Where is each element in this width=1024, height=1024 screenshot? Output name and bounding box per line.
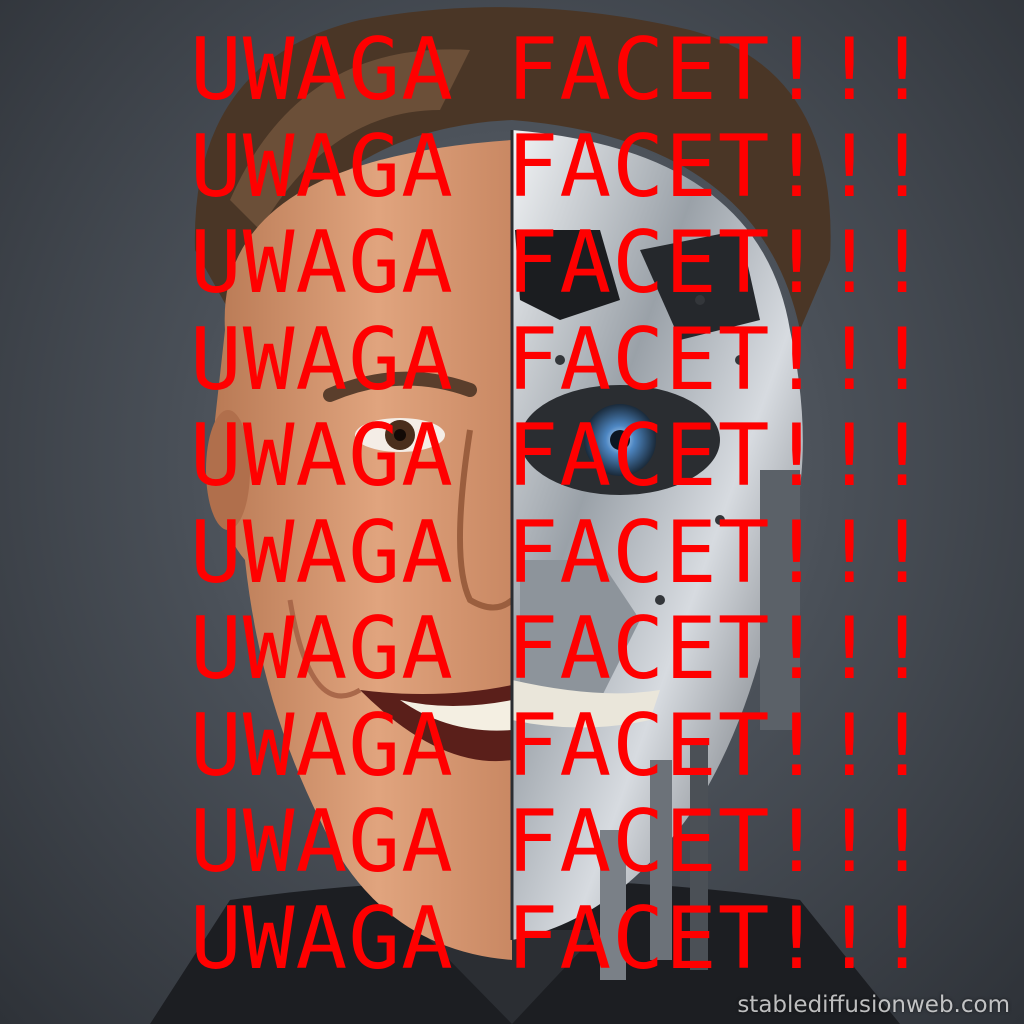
image-scene: UWAGA FACET!!! UWAGA FACET!!! UWAGA FACE… <box>0 0 1024 1024</box>
overlay-line: UWAGA FACET!!! <box>190 599 929 699</box>
watermark-text: stablediffusionweb.com <box>737 992 1010 1018</box>
overlay-line: UWAGA FACET!!! <box>190 888 929 989</box>
overlay-line: UWAGA FACET!!! <box>190 695 929 796</box>
overlay-line: UWAGA FACET!!! <box>190 213 929 313</box>
overlay-line: UWAGA FACET!!! <box>190 792 929 892</box>
overlay-text-block: UWAGA FACET!!! UWAGA FACET!!! UWAGA FACE… <box>190 22 1024 987</box>
overlay-line: UWAGA FACET!!! <box>190 406 929 506</box>
overlay-line: UWAGA FACET!!! <box>190 502 929 603</box>
overlay-line: UWAGA FACET!!! <box>190 116 929 217</box>
overlay-line: UWAGA FACET!!! <box>190 309 929 410</box>
overlay-line: UWAGA FACET!!! <box>190 20 929 120</box>
